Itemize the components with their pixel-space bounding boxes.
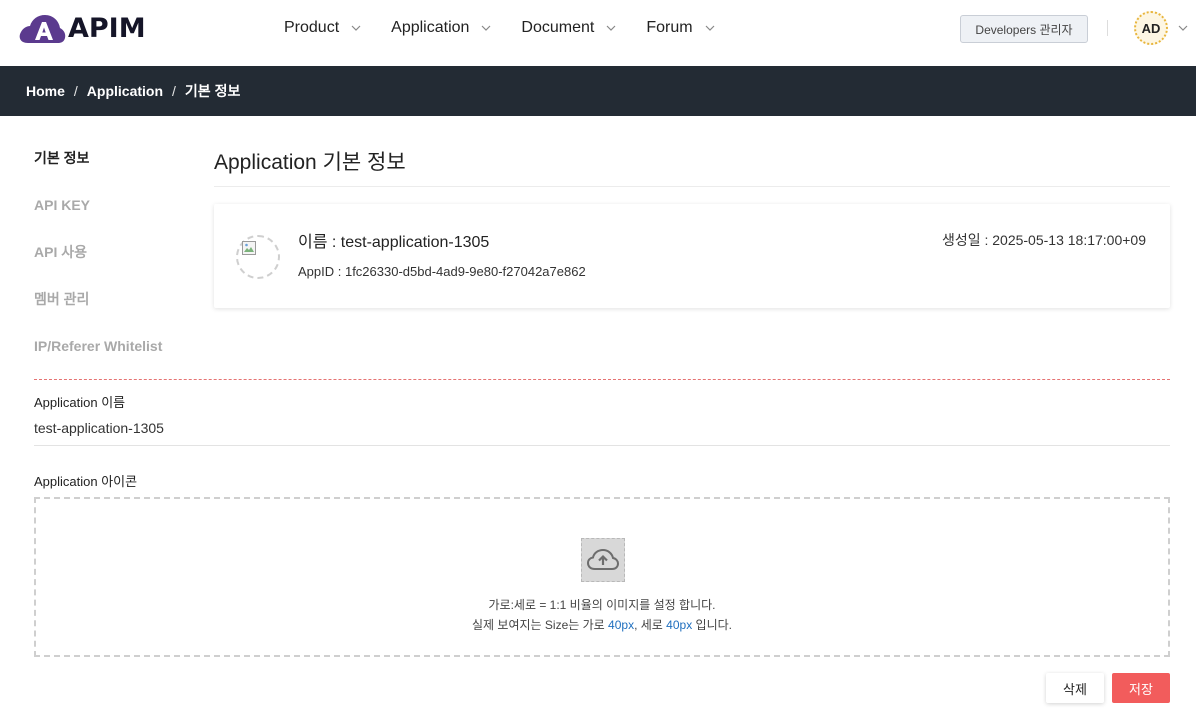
upload-hint-text: 입니다. [692,618,732,632]
breadcrumb-home[interactable]: Home [26,83,65,99]
size-height-value: 40px [666,618,693,632]
sidebar-item-api-key[interactable]: API KEY [34,195,162,242]
header-divider [1107,20,1108,36]
apim-logo[interactable]: APIM [18,13,146,45]
section-divider [34,379,1170,380]
breadcrumb-separator: / [73,83,78,99]
upload-hint-text: , 세로 [634,618,667,632]
application-icon [236,235,280,279]
title-divider [214,186,1170,187]
chevron-down-icon [606,25,616,31]
top-header: APIM Product Application Document Forum … [0,0,1196,66]
icon-upload-dropzone[interactable]: 가로:세로 = 1:1 비율의 이미지를 설정 합니다. 실제 보여지는 Siz… [34,497,1170,657]
chevron-down-icon [351,25,361,31]
nav-item-forum[interactable]: Forum [646,19,715,37]
chevron-down-icon [705,25,715,31]
main-nav: Product Application Document Forum [284,0,745,56]
nav-item-document[interactable]: Document [521,19,616,37]
app-icon-label: Application 아이콘 [34,474,138,489]
breadcrumb-current: 기본 정보 [184,83,241,99]
breadcrumb: Home / Application / 기본 정보 [0,66,1196,116]
page-title: Application 기본 정보 [214,151,406,174]
nav-item-application[interactable]: Application [391,19,491,37]
cloud-upload-icon [581,538,625,582]
breadcrumb-application[interactable]: Application [87,83,163,99]
chevron-down-icon [481,25,491,31]
application-summary-card: 이름 : test-application-1305 AppID : 1fc26… [214,204,1170,308]
nav-item-label: Application [391,19,470,36]
nav-item-product[interactable]: Product [284,19,361,37]
delete-button[interactable]: 삭제 [1046,673,1104,703]
upload-hint-text: 실제 보여지는 Size는 가로 [472,618,609,632]
save-button[interactable]: 저장 [1112,673,1170,703]
logo-text: APIM [68,13,146,44]
sidebar-item-ip-whitelist[interactable]: IP/Referer Whitelist [34,336,162,383]
application-name: 이름 : test-application-1305 [298,234,490,251]
app-name-label: Application 이름 [34,395,126,410]
chevron-down-icon[interactable] [1178,23,1188,33]
sidebar-item-basic-info[interactable]: 기본 정보 [34,148,162,195]
application-appid: AppID : 1fc26330-d5bd-4ad9-9e80-f27042a7… [298,264,586,279]
upload-hint-ratio: 가로:세로 = 1:1 비율의 이미지를 설정 합니다. [488,598,716,612]
upload-hint-size: 실제 보여지는 Size는 가로 40px, 세로 40px 입니다. [36,616,1168,633]
sidebar-item-api-usage[interactable]: API 사용 [34,242,162,289]
sidebar: 기본 정보 API KEY API 사용 멤버 관리 IP/Referer Wh… [34,148,162,383]
breadcrumb-separator: / [172,83,176,99]
app-name-value: test-application-1305 [34,420,164,436]
nav-item-label: Document [521,19,595,36]
logo-mark-icon [18,13,66,45]
nav-item-label: Forum [646,19,693,36]
application-created-date: 생성일 : 2025-05-13 18:17:00+09 [941,232,1146,248]
avatar[interactable]: AD [1134,11,1168,45]
broken-image-icon [242,241,256,255]
nav-item-label: Product [284,19,340,36]
sidebar-item-members[interactable]: 멤버 관리 [34,289,162,336]
developers-admin-button[interactable]: Developers 관리자 [960,15,1088,43]
size-width-value: 40px [608,618,635,632]
field-divider [34,445,1170,446]
